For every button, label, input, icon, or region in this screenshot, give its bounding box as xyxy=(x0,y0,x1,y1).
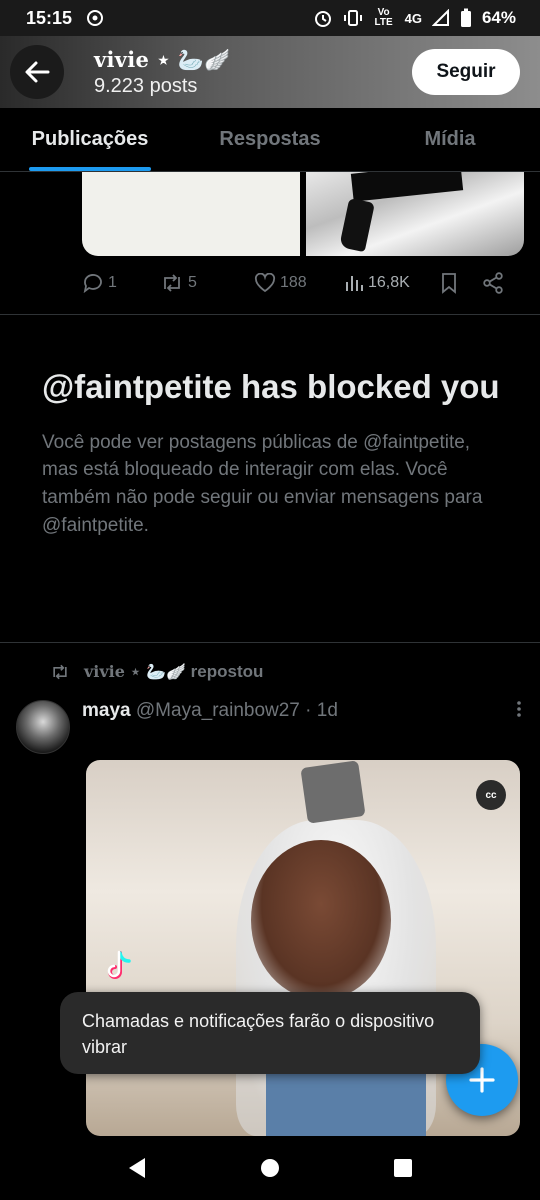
active-tab-indicator xyxy=(29,167,151,171)
reply-icon xyxy=(83,274,102,293)
repost-label: repostou xyxy=(190,662,264,681)
repost-count: 5 xyxy=(188,274,197,291)
system-nav-bar xyxy=(0,1140,540,1200)
repost-icon xyxy=(164,274,180,292)
avatar[interactable] xyxy=(16,700,70,754)
tweet-meta: maya @Maya_rainbow27 · 1d xyxy=(82,700,516,722)
video-frame-content xyxy=(300,760,366,824)
captions-button[interactable]: cc xyxy=(476,780,506,810)
profile-tabs: Publicações Respostas Mídia xyxy=(0,108,540,172)
bookmark-icon xyxy=(442,273,456,294)
image-detail xyxy=(350,172,464,202)
divider xyxy=(0,314,540,315)
blocked-title: @faintpetite has blocked you xyxy=(42,368,500,405)
captions-label: cc xyxy=(485,789,497,801)
tab-midia[interactable]: Mídia xyxy=(360,108,540,171)
profile-post-count: 9.223 posts xyxy=(94,74,198,97)
blocked-description: Você pode ver postagens públicas de @fai… xyxy=(42,431,483,536)
more-options-icon[interactable] xyxy=(516,700,522,724)
share-icon xyxy=(483,272,503,294)
toast-notification: Chamadas e notificações farão o disposit… xyxy=(60,992,480,1074)
blocked-notice: @faintpetite has blocked you Você pode v… xyxy=(42,366,502,539)
video-frame-content xyxy=(251,840,391,1000)
back-arrow-icon xyxy=(25,61,50,83)
author-handle[interactable]: @Maya_rainbow27 · 1d xyxy=(136,700,338,721)
nav-home-icon[interactable] xyxy=(259,1157,281,1184)
like-count: 188 xyxy=(280,274,307,291)
media-image-left[interactable] xyxy=(82,172,300,256)
tiktok-logo-icon xyxy=(104,950,134,989)
post-actions: 1 5 188 16,8K xyxy=(82,266,522,300)
profile-display-name: vivie ⋆ 🦢🪽 xyxy=(94,46,231,72)
vibrate-icon xyxy=(343,9,363,27)
back-button[interactable] xyxy=(10,45,64,99)
views-button[interactable]: 16,8K xyxy=(344,273,440,293)
signal-icon xyxy=(431,9,450,27)
tab-label: Respostas xyxy=(219,128,321,150)
author-name[interactable]: maya xyxy=(82,700,131,721)
reposter-name: vivie ⋆ 🦢🪽 xyxy=(84,662,186,681)
repost-icon xyxy=(53,664,67,680)
tab-label: Mídia xyxy=(424,128,476,150)
volte-indicator: Vo LTE xyxy=(374,7,393,28)
previous-post-media[interactable] xyxy=(82,172,524,256)
media-image-right[interactable] xyxy=(306,172,524,256)
status-bar: 15:15 Vo LTE 4G 64% xyxy=(0,0,540,36)
like-button[interactable]: 188 xyxy=(254,273,344,293)
image-detail xyxy=(339,197,375,253)
heart-icon xyxy=(254,273,276,293)
status-time: 15:15 xyxy=(26,7,73,28)
nav-recents-icon[interactable] xyxy=(392,1157,414,1184)
battery-icon xyxy=(460,8,472,28)
nav-back-icon[interactable] xyxy=(126,1156,148,1185)
data-saver-icon xyxy=(86,9,104,27)
tab-respostas[interactable]: Respostas xyxy=(180,108,360,171)
views-icon xyxy=(346,276,363,291)
follow-button[interactable]: Seguir xyxy=(412,49,520,95)
reply-button[interactable]: 1 xyxy=(82,273,160,293)
network-type: 4G xyxy=(404,10,422,26)
header-text: vivie ⋆ 🦢🪽 9.223 posts xyxy=(94,47,412,98)
profile-header: vivie ⋆ 🦢🪽 9.223 posts Seguir xyxy=(0,36,540,108)
repost-button[interactable]: 5 xyxy=(160,273,254,293)
tweet-header: maya @Maya_rainbow27 · 1d xyxy=(16,700,530,754)
repost-indicator[interactable]: vivie ⋆ 🦢🪽 repostou xyxy=(50,662,263,682)
reply-count: 1 xyxy=(108,274,117,291)
battery-level: 64% xyxy=(481,8,516,27)
tab-label: Publicações xyxy=(31,128,149,150)
alarm-icon xyxy=(313,8,333,28)
bookmark-button[interactable] xyxy=(440,272,482,294)
tab-publicacoes[interactable]: Publicações xyxy=(0,108,180,171)
view-count: 16,8K xyxy=(368,274,410,291)
divider xyxy=(0,642,540,643)
share-button[interactable] xyxy=(482,272,504,294)
